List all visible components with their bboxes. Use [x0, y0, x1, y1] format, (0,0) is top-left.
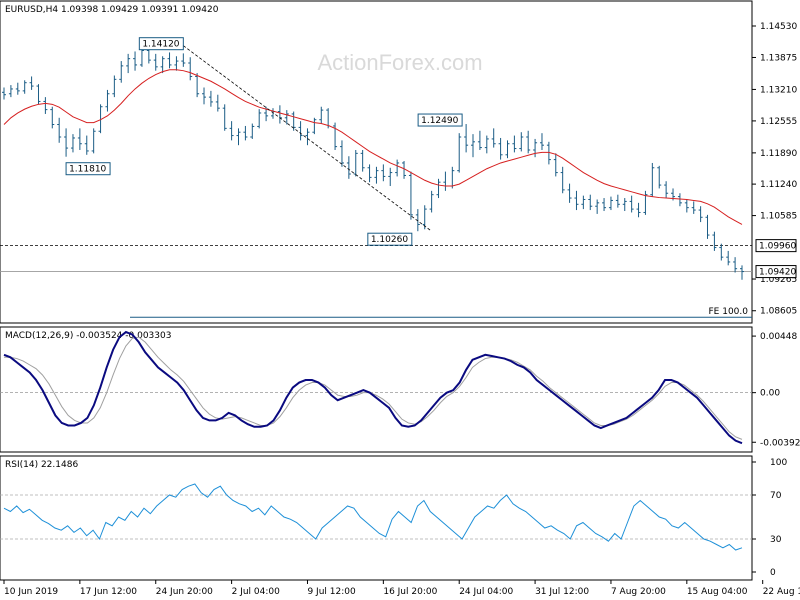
- price-label-text: 1.11810: [69, 165, 106, 175]
- time-tick-label: 31 Jul 12:00: [535, 587, 589, 597]
- time-tick-label: 16 Jul 20:00: [383, 587, 437, 597]
- time-tick-label: 15 Aug 04:00: [687, 587, 748, 597]
- macd-tick-label: -0.003928: [760, 438, 800, 448]
- level-tag: 1.09960: [755, 239, 797, 253]
- price-label: 1.11810: [65, 162, 111, 176]
- time-tick-label: 17 Jun 12:00: [80, 587, 137, 597]
- rsi-axis: 100 70 30 0: [752, 458, 787, 578]
- chart-svg: ActionForex.com EURUSD,H4 1.09398 1.0942…: [0, 0, 800, 597]
- time-tick-label: 22 Aug 12:00: [763, 587, 800, 597]
- level-tag-text: 1.09420: [759, 268, 796, 278]
- macd-axis: 0.00448 0.00 -0.003928: [752, 332, 800, 448]
- macd-panel[interactable]: [0, 326, 753, 453]
- price-tick-label: 1.13210: [760, 85, 797, 95]
- macd-tick-label: 0.00448: [760, 332, 797, 342]
- time-tick-label: 9 Jul 12:00: [307, 587, 356, 597]
- price-tick-label: 1.14530: [760, 22, 797, 32]
- price-label: 1.10260: [367, 232, 413, 246]
- fe-label: FE 100.0: [709, 307, 749, 317]
- rsi-tick-label: 100: [770, 458, 787, 468]
- time-tick-label: 24 Jul 04:00: [459, 587, 513, 597]
- level-tag-text: 1.09960: [759, 242, 796, 252]
- price-label-text: 1.12490: [421, 116, 458, 126]
- price-label-text: 1.14120: [142, 40, 179, 50]
- time-tick-label: 7 Aug 20:00: [611, 587, 666, 597]
- macd-tick-label: 0.00: [760, 389, 780, 399]
- price-tick-label: 1.12555: [760, 117, 797, 127]
- watermark: ActionForex.com: [317, 50, 482, 75]
- price-label-text: 1.10260: [371, 235, 408, 245]
- price-tick-label: 1.13875: [760, 53, 797, 63]
- level-tag: 1.09420: [755, 265, 797, 279]
- price-tick-label: 1.11240: [760, 180, 797, 190]
- time-axis: 10 Jun 2019 17 Jun 12:00 24 Jun 20:00 2 Jul…: [3, 580, 800, 597]
- time-tick-label: 2 Jul 04:00: [232, 587, 281, 597]
- price-panel-title: EURUSD,H4 1.09398 1.09429 1.09391 1.0942…: [5, 5, 219, 15]
- price-tick-label: 1.11890: [760, 149, 797, 159]
- price-label: 1.14120: [138, 37, 184, 51]
- time-tick-label: 10 Jun 2019: [4, 587, 58, 597]
- rsi-panel[interactable]: [0, 455, 753, 581]
- macd-panel-title: MACD(12,26,9) -0.003524 -0.003303: [5, 331, 171, 341]
- rsi-tick-label: 70: [770, 491, 782, 501]
- price-tick-label: 1.10585: [760, 212, 797, 222]
- time-tick-label: 24 Jun 20:00: [156, 587, 213, 597]
- rsi-tick-label: 30: [770, 535, 782, 545]
- price-tick-label: 1.08605: [760, 307, 797, 317]
- rsi-panel-title: RSI(14) 22.1486: [5, 460, 78, 470]
- rsi-tick-label: 0: [770, 568, 776, 578]
- price-label: 1.12490: [417, 113, 463, 127]
